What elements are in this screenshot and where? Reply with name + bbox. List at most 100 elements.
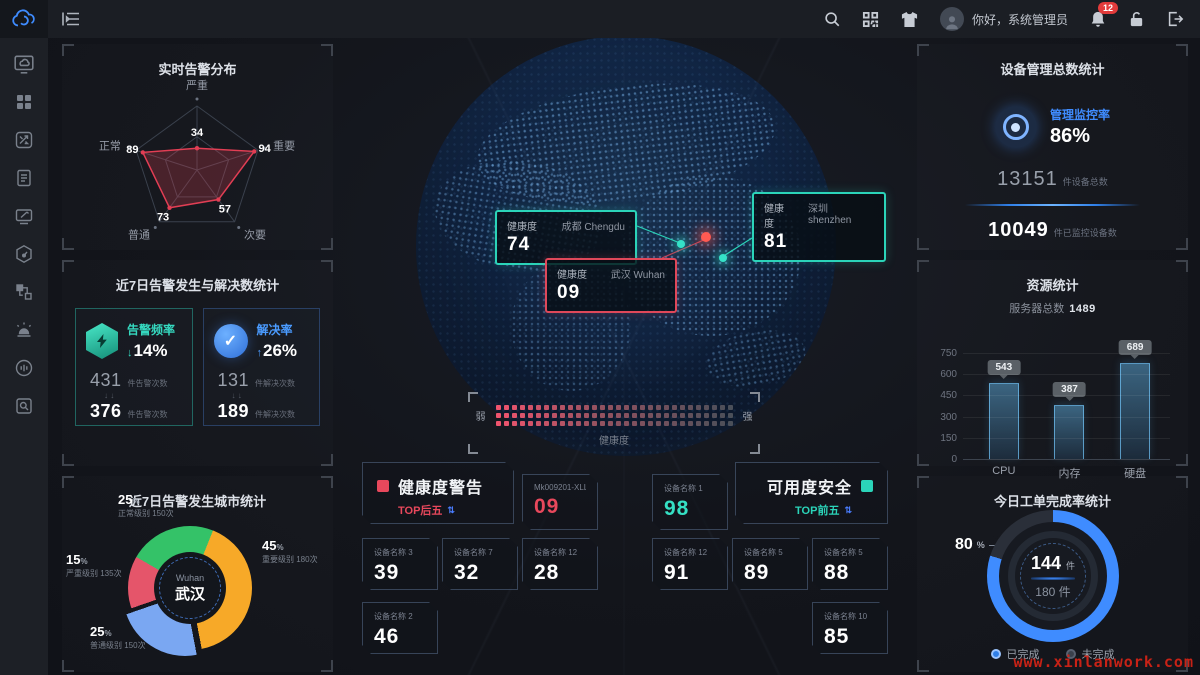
svg-text:94: 94 [259, 143, 272, 155]
device-card[interactable]: 设备名称 5 88 [812, 538, 888, 590]
device-value: 91 [664, 561, 716, 585]
device-label: 设备名称 10 [824, 611, 876, 622]
city-donut-chart: Wuhan 武汉 [128, 526, 252, 650]
marker-city: 深圳 shenzhen [808, 200, 874, 230]
resolve-rate-card[interactable]: ✓ 解决率 ↑26% 131件解决次数 ↓ ↓ 189件解决次数 [203, 308, 321, 426]
panel-weekly-alarm-stats: 近7日告警发生与解决数统计 告警频率 ↓14% 431件告警次数 [62, 260, 333, 466]
panel-title: 资源统计 [917, 260, 1188, 294]
monitor-rate-value: 86 [1050, 125, 1072, 147]
availability-safe-header[interactable]: 可用度安全 TOP前五⇅ [735, 462, 888, 524]
alarm-frequency-card[interactable]: 告警频率 ↓14% 431件告警次数 ↓ ↓ 376件告警次数 [75, 308, 193, 426]
watermark-text: www.xinlanwork.com [1013, 653, 1194, 671]
check-circle-icon: ✓ [214, 324, 248, 358]
device-card[interactable]: Mk009201-XLL... 09 [522, 474, 598, 530]
map-marker-wuhan[interactable]: 健康度 武汉 Wuhan 09 [545, 258, 677, 313]
bar-memory: 387 内存 [1054, 405, 1084, 460]
device-card[interactable]: 设备名称 5 89 [732, 538, 808, 590]
sidebar-item-log-search[interactable] [11, 393, 37, 419]
alarm-radar-chart: 严重重要次要普通正常3494577389 [62, 78, 333, 250]
svg-text:57: 57 [219, 203, 231, 215]
search-icon[interactable] [823, 10, 841, 28]
device-label: 设备名称 1 [664, 483, 716, 494]
notifications-bell-icon[interactable]: 12 [1089, 10, 1107, 29]
sort-icon[interactable]: ⇅ [844, 505, 852, 516]
topbar: 你好，系统管理员 12 [0, 0, 1200, 38]
lightning-hexagon-icon [86, 323, 118, 359]
legend-title: 健康度 [468, 432, 760, 447]
panel-workorder-completion: 今日工单完成率统计 80% 144 件 180 件 已完成 未完成 [917, 476, 1188, 672]
health-warning-header[interactable]: 健康度警告 TOP后五⇅ [362, 462, 514, 524]
sort-icon[interactable]: ⇅ [447, 505, 455, 516]
device-value: 46 [374, 625, 426, 649]
map-point-shenzhen[interactable] [719, 254, 727, 262]
sidebar-item-alarm-light[interactable] [11, 317, 37, 343]
device-monitored-caption: 件已监控设备数 [1054, 228, 1117, 238]
device-card[interactable]: 设备名称 1 98 [652, 474, 728, 530]
sidebar-item-cloud-monitor[interactable] [11, 51, 37, 77]
device-value: 09 [534, 495, 586, 519]
marker-metric-label: 健康度 [557, 266, 587, 281]
panel-realtime-alarm-distribution: 实时告警分布 严重重要次要普通正常3494577389 [62, 44, 333, 250]
device-label: 设备名称 12 [664, 547, 716, 558]
svg-text:重要: 重要 [273, 138, 295, 152]
device-card[interactable]: 设备名称 3 39 [362, 538, 438, 590]
panel-title: 今日工单完成率统计 [917, 476, 1188, 510]
device-value: 28 [534, 561, 586, 585]
map-point-wuhan[interactable] [701, 232, 711, 242]
total-count: 180 [1035, 585, 1055, 599]
device-card[interactable]: 设备名称 7 32 [442, 538, 518, 590]
device-label: 设备名称 7 [454, 547, 506, 558]
device-total-value: 13151 [997, 168, 1058, 190]
device-label: Mk009201-XLL... [534, 483, 586, 492]
menu-fold-icon[interactable] [62, 11, 80, 27]
resolve-rate-label: 解决率 [257, 323, 293, 337]
percent-unit: % [152, 341, 167, 360]
alarm-count-current: 376 [90, 401, 122, 422]
device-label: 设备名称 5 [744, 547, 796, 558]
sidebar-nav [0, 38, 48, 675]
map-marker-chengdu[interactable]: 健康度 成都 Chengdu 74 [495, 210, 637, 265]
logout-icon[interactable] [1166, 10, 1184, 28]
sidebar-item-report[interactable] [11, 165, 37, 191]
lock-icon[interactable] [1128, 10, 1145, 28]
sidebar-item-topology[interactable] [11, 279, 37, 305]
device-value: 88 [824, 561, 876, 585]
monitor-rate-label: 管理监控率 [1050, 106, 1110, 123]
user-menu[interactable]: 你好，系统管理员 [940, 7, 1068, 31]
alarm-count-prev: 431 [90, 370, 122, 391]
qr-code-icon[interactable] [862, 11, 879, 28]
resolve-count-caption: 件解决次数 [255, 409, 295, 420]
map-point-chengdu[interactable] [677, 240, 685, 248]
resolve-count-prev: 131 [218, 370, 250, 391]
device-card[interactable]: 设备名称 12 28 [522, 538, 598, 590]
resolve-rate-delta: 26 [263, 341, 282, 360]
app-logo[interactable] [0, 0, 48, 38]
sidebar-item-gauge[interactable] [11, 241, 37, 267]
avatar [940, 7, 964, 31]
notification-badge: 12 [1098, 2, 1118, 14]
sidebar-item-screen-edit[interactable] [11, 203, 37, 229]
device-card[interactable]: 设备名称 2 46 [362, 602, 438, 654]
group-title: 健康度警告 [398, 474, 483, 498]
health-gradient-squares [496, 405, 733, 426]
sidebar-item-shuffle[interactable] [11, 127, 37, 153]
monitor-rate-icon [995, 106, 1037, 148]
device-card[interactable]: 设备名称 10 85 [812, 602, 888, 654]
device-value: 98 [664, 497, 716, 521]
panel-title: 近7日告警发生与解决数统计 [62, 260, 333, 294]
theme-shirt-icon[interactable] [900, 11, 919, 28]
panel-title: 实时告警分布 [62, 44, 333, 78]
sidebar-item-voice-monitor[interactable] [11, 355, 37, 381]
device-card[interactable]: 设备名称 12 91 [652, 538, 728, 590]
map-marker-shenzhen[interactable]: 健康度 深圳 shenzhen 81 [752, 192, 886, 262]
alarm-frequency-delta: 14 [134, 341, 153, 360]
dashed-ring [159, 557, 221, 619]
sidebar-item-dashboard-grid[interactable] [11, 89, 37, 115]
svg-text:次要: 次要 [244, 228, 266, 242]
marker-city: 成都 Chengdu [562, 218, 625, 233]
greeting-text: 你好，系统管理员 [972, 11, 1068, 28]
slice-label-severe: 15% 严重级别 135次 [66, 552, 122, 579]
svg-text:73: 73 [157, 212, 169, 224]
panel-resource-stats: 资源统计 服务器总数1489 543 CPU 387 内存 689 硬盘 [917, 260, 1188, 466]
slice-label-normal: 25% 正常级别 150次 [118, 492, 174, 519]
